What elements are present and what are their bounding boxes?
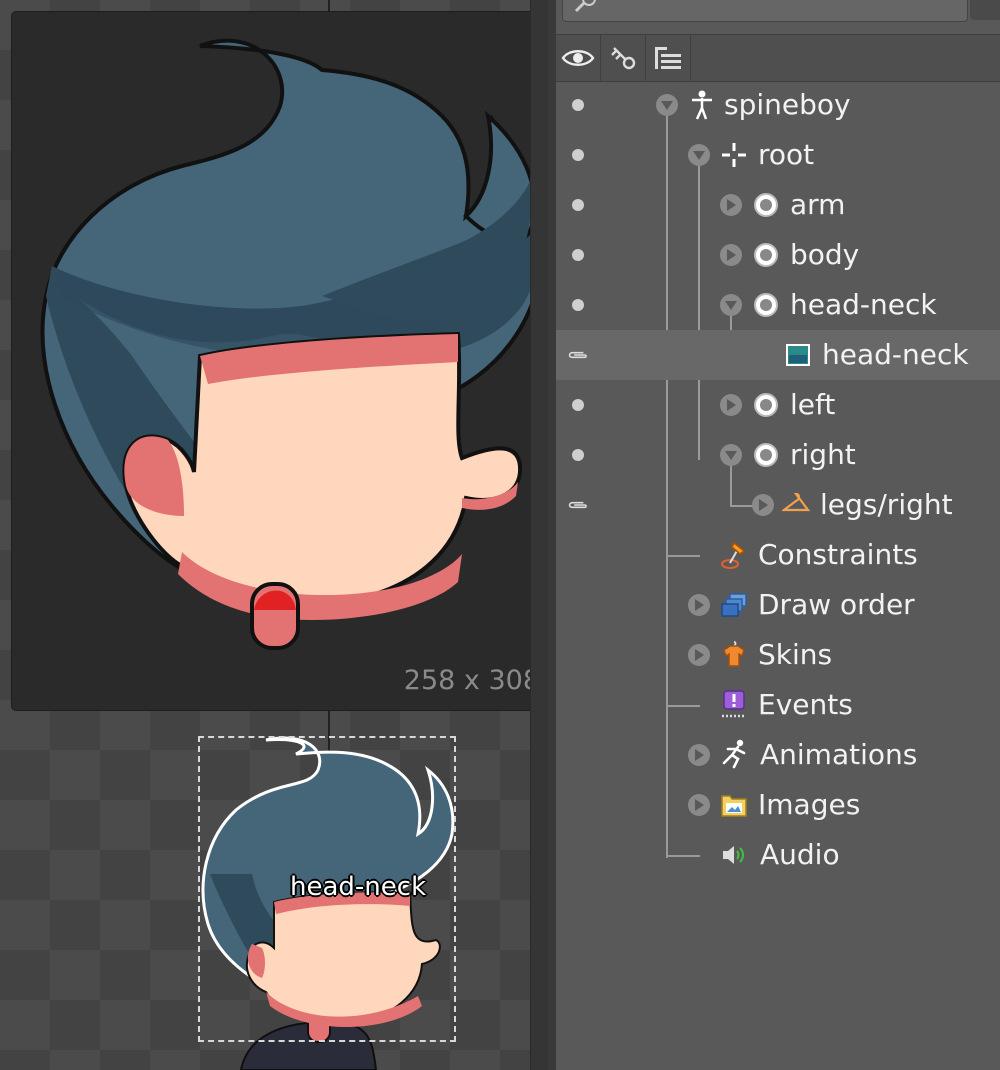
bone-icon [752,241,780,269]
head-neck-preview-image [40,38,532,650]
tree-row-left[interactable]: left [556,380,1000,430]
viewport-divider[interactable] [530,0,548,1070]
tree-row-legs-right[interactable]: legs/right [556,480,1000,530]
paperclip-icon [568,501,587,509]
expander-expanded-icon[interactable] [720,444,742,466]
visibility-toggle[interactable] [568,180,588,230]
audio-speaker-icon [720,841,748,869]
slot-hanger-icon [782,490,810,518]
viewport[interactable]: head-neck 258 x 308 [0,0,548,1070]
tree-options-button[interactable] [646,35,691,81]
attachment-visibility-toggle[interactable] [568,330,588,380]
tree-row-head-neck-bone[interactable]: head-neck [556,280,1000,330]
visibility-toggle[interactable] [568,380,588,430]
tree-row-skins[interactable]: Skins [556,630,1000,680]
tree-row-draw-order[interactable]: Draw order [556,580,1000,630]
key-icon [611,47,636,70]
bone-icon [752,441,780,469]
expander-collapsed-icon[interactable] [752,494,774,516]
tree-row-images[interactable]: Images [556,780,1000,830]
tree-label: Images [758,788,861,821]
bone-root-icon [720,141,748,169]
visibility-toggle[interactable] [568,280,588,330]
search-options-button[interactable] [970,0,1000,20]
visibility-toggle[interactable] [568,80,588,130]
skeleton-tree[interactable]: spineboy root arm body head-neck head-ne… [556,80,1000,1070]
visibility-toggle[interactable] [568,230,588,280]
tree-row-right[interactable]: right [556,430,1000,480]
paperclip-icon [568,351,587,359]
tree-label: arm [790,188,846,221]
visibility-column-button[interactable] [556,35,601,81]
expander-expanded-icon[interactable] [720,294,742,316]
visibility-dot-icon [572,199,584,211]
tree-row-head-neck-attachment[interactable]: head-neck [556,330,1000,380]
visibility-dot-icon [572,249,584,261]
tree-row-events[interactable]: Events [556,680,1000,730]
bone-icon [752,391,780,419]
tree-header [556,34,1000,82]
keys-column-button[interactable] [601,35,646,81]
visibility-dot-icon [572,399,584,411]
tree-row-constraints[interactable]: Constraints [556,530,1000,580]
visibility-dot-icon [572,299,584,311]
image-size-label: 258 x 308 [403,665,540,696]
expander-collapsed-icon[interactable] [688,744,710,766]
search-input[interactable] [562,0,968,22]
bone-icon [752,291,780,319]
tree-label: spineboy [724,88,851,121]
visibility-toggle[interactable] [568,430,588,480]
attachment-visibility-toggle[interactable] [568,480,588,530]
expander-expanded-icon[interactable] [656,94,678,116]
tree-label: Audio [760,838,840,871]
tree-panel: spineboy root arm body head-neck head-ne… [548,0,1000,1070]
tree-label: head-neck [790,288,937,321]
tree-label: right [790,438,856,471]
tree-row-animations[interactable]: Animations [556,730,1000,780]
visibility-dot-icon [572,149,584,161]
tree-row-body[interactable]: body [556,230,1000,280]
tree-label: body [790,238,860,271]
eye-icon [561,50,595,66]
visibility-toggle[interactable] [568,130,588,180]
tree-label: Skins [758,638,833,671]
expander-collapsed-icon[interactable] [720,394,742,416]
visibility-dot-icon [572,449,584,461]
tree-row-spineboy[interactable]: spineboy [556,80,1000,130]
images-folder-icon [720,791,748,819]
events-icon [720,690,748,718]
expander-collapsed-icon[interactable] [720,194,742,216]
tree-label: Constraints [758,538,918,571]
constraints-pin-icon [720,540,748,569]
tree-label: legs/right [820,488,953,521]
tree-row-audio[interactable]: Audio [556,830,1000,880]
expander-collapsed-icon[interactable] [688,594,710,616]
tree-label: left [790,388,836,421]
skins-shirt-icon [720,640,748,668]
expander-expanded-icon[interactable] [688,144,710,166]
tree-row-root[interactable]: root [556,130,1000,180]
tree-label: head-neck [822,338,969,371]
tree-label: Animations [760,738,918,771]
tree-label: Events [758,688,853,721]
attachment-name-label: head-neck [290,872,427,902]
expander-collapsed-icon[interactable] [688,794,710,816]
animations-runner-icon [720,739,748,769]
tree-row-arm[interactable]: arm [556,180,1000,230]
image-preview-popup: 258 x 308 [12,12,548,710]
visibility-dot-icon [572,99,584,111]
tree-view-icon [655,47,681,69]
region-attachment-icon [784,341,812,369]
tree-label: root [758,138,815,171]
skeleton-icon [688,90,716,120]
draw-order-icon [720,591,748,619]
expander-collapsed-icon[interactable] [688,644,710,666]
bone-icon [752,191,780,219]
tree-label: Draw order [758,588,915,621]
search-icon [574,0,596,13]
expander-collapsed-icon[interactable] [720,244,742,266]
